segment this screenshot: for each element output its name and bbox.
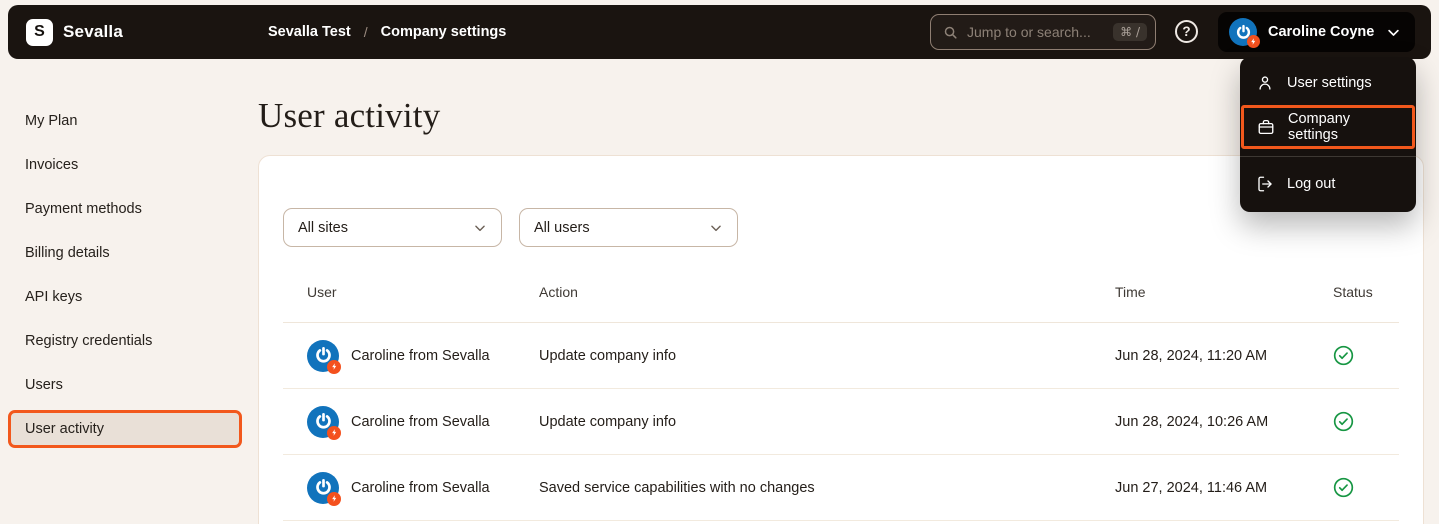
menu-item-label: Log out <box>1287 176 1335 192</box>
table-row: Caroline from Sevalla Update company inf… <box>283 323 1399 389</box>
brand[interactable]: S Sevalla <box>26 5 123 59</box>
sidebar-item-invoices[interactable]: Invoices <box>8 146 242 184</box>
lightning-badge-icon <box>1247 35 1260 48</box>
lightning-badge-icon <box>327 426 341 440</box>
status-cell <box>1309 411 1399 432</box>
table-row: Caroline from Sevalla Update company inf… <box>283 389 1399 455</box>
action-cell: Saved service capabilities with no chang… <box>515 480 1091 496</box>
sites-filter-select[interactable]: All sites <box>283 208 502 247</box>
avatar <box>1229 18 1257 46</box>
global-search[interactable]: ⌘ / <box>930 14 1156 50</box>
breadcrumb-separator: / <box>364 24 368 40</box>
help-icon[interactable]: ? <box>1175 20 1198 43</box>
briefcase-icon <box>1256 118 1275 137</box>
success-status-icon <box>1333 411 1354 432</box>
user-menu-button[interactable]: Caroline Coyne <box>1218 12 1415 52</box>
time-cell: Jun 28, 2024, 10:26 AM <box>1091 414 1309 430</box>
settings-sidebar: My Plan Invoices Payment methods Billing… <box>8 102 242 454</box>
help-symbol: ? <box>1182 24 1190 39</box>
sevalla-logo-icon: S <box>26 19 53 46</box>
activity-table: User Action Time Status Caroline from Se… <box>283 284 1399 521</box>
sidebar-item-user-activity[interactable]: User activity <box>8 410 242 448</box>
column-header-status: Status <box>1309 284 1399 300</box>
breadcrumb-page[interactable]: Company settings <box>381 24 507 40</box>
column-header-user: User <box>283 284 515 300</box>
time-cell: Jun 27, 2024, 11:46 AM <box>1091 480 1309 496</box>
sidebar-item-billing-details[interactable]: Billing details <box>8 234 242 272</box>
time-cell: Jun 28, 2024, 11:20 AM <box>1091 348 1309 364</box>
search-shortcut-badge: ⌘ / <box>1113 23 1147 41</box>
user-cell-name: Caroline from Sevalla <box>351 480 490 496</box>
column-header-action: Action <box>515 284 1091 300</box>
top-navigation-bar: S Sevalla Sevalla Test / Company setting… <box>8 5 1431 59</box>
search-input[interactable] <box>967 24 1104 40</box>
success-status-icon <box>1333 345 1354 366</box>
sites-filter-value: All sites <box>298 220 348 236</box>
page-title: User activity <box>258 96 440 136</box>
users-filter-select[interactable]: All users <box>519 208 738 247</box>
logout-icon <box>1255 175 1274 194</box>
lightning-badge-icon <box>327 360 341 374</box>
users-filter-value: All users <box>534 220 590 236</box>
sidebar-item-my-plan[interactable]: My Plan <box>8 102 242 140</box>
user-name: Caroline Coyne <box>1268 24 1375 40</box>
menu-item-label: Company settings <box>1288 111 1400 143</box>
column-header-time: Time <box>1091 284 1309 300</box>
breadcrumb-project[interactable]: Sevalla Test <box>268 24 351 40</box>
success-status-icon <box>1333 477 1354 498</box>
user-cell-name: Caroline from Sevalla <box>351 414 490 430</box>
avatar <box>307 406 339 438</box>
user-icon <box>1255 74 1274 93</box>
user-dropdown-menu: User settings Company settings Log out <box>1240 57 1416 212</box>
lightning-badge-icon <box>327 492 341 506</box>
table-header-row: User Action Time Status <box>283 284 1399 323</box>
avatar <box>307 340 339 372</box>
sidebar-item-registry-credentials[interactable]: Registry credentials <box>8 322 242 360</box>
user-cell-name: Caroline from Sevalla <box>351 348 490 364</box>
menu-item-label: User settings <box>1287 75 1372 91</box>
search-icon <box>943 25 958 40</box>
menu-item-company-settings[interactable]: Company settings <box>1244 108 1412 146</box>
highlight-outline: Company settings <box>1241 105 1415 149</box>
status-cell <box>1309 477 1399 498</box>
menu-item-log-out[interactable]: Log out <box>1240 164 1416 204</box>
breadcrumb: Sevalla Test / Company settings <box>268 5 506 59</box>
sidebar-item-users[interactable]: Users <box>8 366 242 404</box>
avatar <box>307 472 339 504</box>
action-cell: Update company info <box>515 348 1091 364</box>
brand-name: Sevalla <box>63 22 123 42</box>
sidebar-item-api-keys[interactable]: API keys <box>8 278 242 316</box>
filters-row: All sites All users <box>283 208 1399 247</box>
menu-item-user-settings[interactable]: User settings <box>1240 63 1416 103</box>
chevron-down-icon <box>473 221 487 235</box>
menu-divider <box>1240 156 1416 157</box>
action-cell: Update company info <box>515 414 1091 430</box>
chevron-down-icon <box>1386 25 1401 40</box>
table-row: Caroline from Sevalla Saved service capa… <box>283 455 1399 521</box>
sidebar-item-payment-methods[interactable]: Payment methods <box>8 190 242 228</box>
status-cell <box>1309 345 1399 366</box>
chevron-down-icon <box>709 221 723 235</box>
